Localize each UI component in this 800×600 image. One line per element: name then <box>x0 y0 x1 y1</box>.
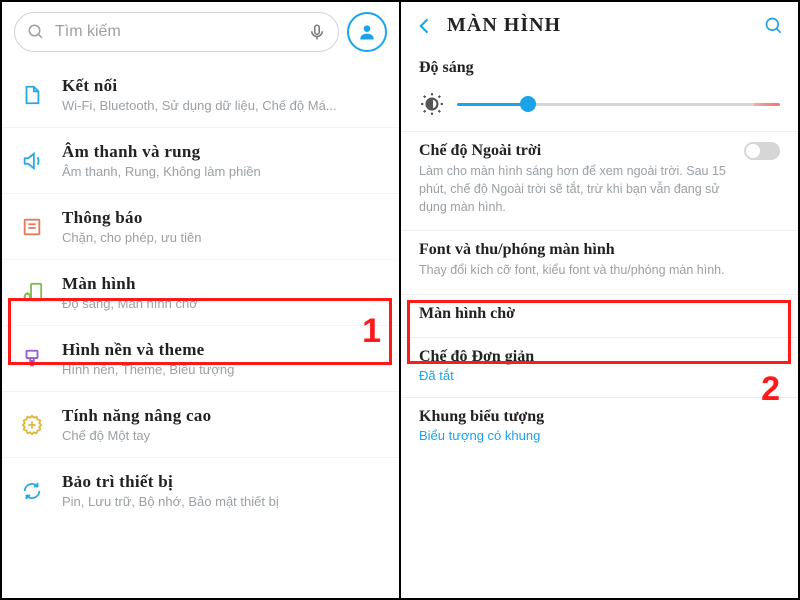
microphone-icon[interactable] <box>308 21 326 43</box>
outdoor-mode-row[interactable]: Chế độ Ngoài trời Làm cho màn hình sáng … <box>401 132 798 231</box>
icon-frame-row[interactable]: Khung biểu tượng Biểu tượng có khung <box>401 398 798 457</box>
item-title: Thông báo <box>62 208 383 228</box>
list-icon <box>21 216 43 238</box>
screensaver-row[interactable]: Màn hình chờ <box>401 295 798 338</box>
font-title: Font và thu/phóng màn hình <box>419 241 780 259</box>
step-marker: 2 <box>761 370 780 409</box>
refresh-icon <box>21 480 43 502</box>
item-sub: Chặn, cho phép, ưu tiên <box>62 230 383 245</box>
easy-mode-row[interactable]: Chế độ Đơn giản Đã tắt <box>401 338 798 398</box>
display-settings-screen: MÀN HÌNH Độ sáng Chế độ Ngoài trời Làm c… <box>401 2 798 598</box>
settings-root-screen: Tìm kiếm Kết nối Wi-Fi, Bluetooth, Sử dụn… <box>2 2 399 598</box>
font-zoom-row[interactable]: Font và thu/phóng màn hình Thay đổi kích… <box>401 231 798 294</box>
plus-badge-icon <box>21 414 43 436</box>
person-icon <box>357 22 377 42</box>
outdoor-sub: Làm cho màn hình sáng hơn để xem ngoài t… <box>419 162 732 216</box>
iconframe-value: Biểu tượng có khung <box>419 428 780 443</box>
sidebar-item-device-maintenance[interactable]: Bảo trì thiết bị Pin, Lưu trữ, Bộ nhớ, Bả… <box>2 458 399 523</box>
profile-button[interactable] <box>347 12 387 52</box>
item-sub: Âm thanh, Rung, Không làm phiền <box>62 164 383 179</box>
iconframe-title: Khung biểu tượng <box>419 408 780 426</box>
speaker-icon <box>21 150 43 172</box>
brightness-section: Độ sáng <box>401 49 798 132</box>
standby-title: Màn hình chờ <box>419 305 780 323</box>
item-title: Tính năng nâng cao <box>62 406 383 426</box>
step-marker: 1 <box>362 312 381 351</box>
slider-thumb[interactable] <box>520 96 536 112</box>
item-sub: Chế độ Một tay <box>62 428 383 443</box>
back-button[interactable] <box>415 16 435 36</box>
brightness-icon <box>419 91 445 117</box>
search-placeholder: Tìm kiếm <box>55 23 121 41</box>
page-title: MÀN HÌNH <box>447 14 752 37</box>
item-sub: Độ sáng, Màn hình chờ <box>62 296 383 311</box>
sidebar-item-connections[interactable]: Kết nối Wi-Fi, Bluetooth, Sử dụng dữ liệu… <box>2 62 399 128</box>
sidebar-item-wallpaper-theme[interactable]: Hình nền và theme Hình nền, Theme, Biểu t… <box>2 326 399 392</box>
display-gear-icon <box>21 282 43 304</box>
document-icon <box>21 84 43 106</box>
item-title: Âm thanh và rung <box>62 142 383 162</box>
simple-title: Chế độ Đơn giản <box>419 348 780 366</box>
item-sub: Pin, Lưu trữ, Bộ nhớ, Bảo mật thiết bị <box>62 494 383 509</box>
paint-brush-icon <box>21 348 43 370</box>
font-sub: Thay đổi kích cỡ font, kiểu font và thu/… <box>419 261 780 279</box>
settings-list: Kết nối Wi-Fi, Bluetooth, Sử dụng dữ liệu… <box>2 62 399 523</box>
item-sub: Hình nền, Theme, Biểu tượng <box>62 362 383 377</box>
sidebar-item-notifications[interactable]: Thông báo Chặn, cho phép, ưu tiên <box>2 194 399 260</box>
item-title: Màn hình <box>62 274 383 294</box>
search-icon[interactable] <box>764 16 784 36</box>
brightness-label: Độ sáng <box>419 59 780 77</box>
item-title: Kết nối <box>62 76 383 96</box>
brightness-slider[interactable] <box>457 103 780 106</box>
sidebar-item-display[interactable]: Màn hình Độ sáng, Màn hình chờ <box>2 260 399 326</box>
item-title: Hình nền và theme <box>62 340 383 360</box>
item-title: Bảo trì thiết bị <box>62 472 383 492</box>
item-sub: Wi-Fi, Bluetooth, Sử dụng dữ liệu, Chế đ… <box>62 98 383 113</box>
outdoor-title: Chế độ Ngoài trời <box>419 142 732 160</box>
search-input[interactable]: Tìm kiếm <box>14 12 339 52</box>
sidebar-item-sound[interactable]: Âm thanh và rung Âm thanh, Rung, Không là… <box>2 128 399 194</box>
simple-value: Đã tắt <box>419 368 780 383</box>
search-icon <box>27 23 45 41</box>
outdoor-toggle[interactable] <box>744 142 780 160</box>
sidebar-item-advanced[interactable]: Tính năng nâng cao Chế độ Một tay <box>2 392 399 458</box>
